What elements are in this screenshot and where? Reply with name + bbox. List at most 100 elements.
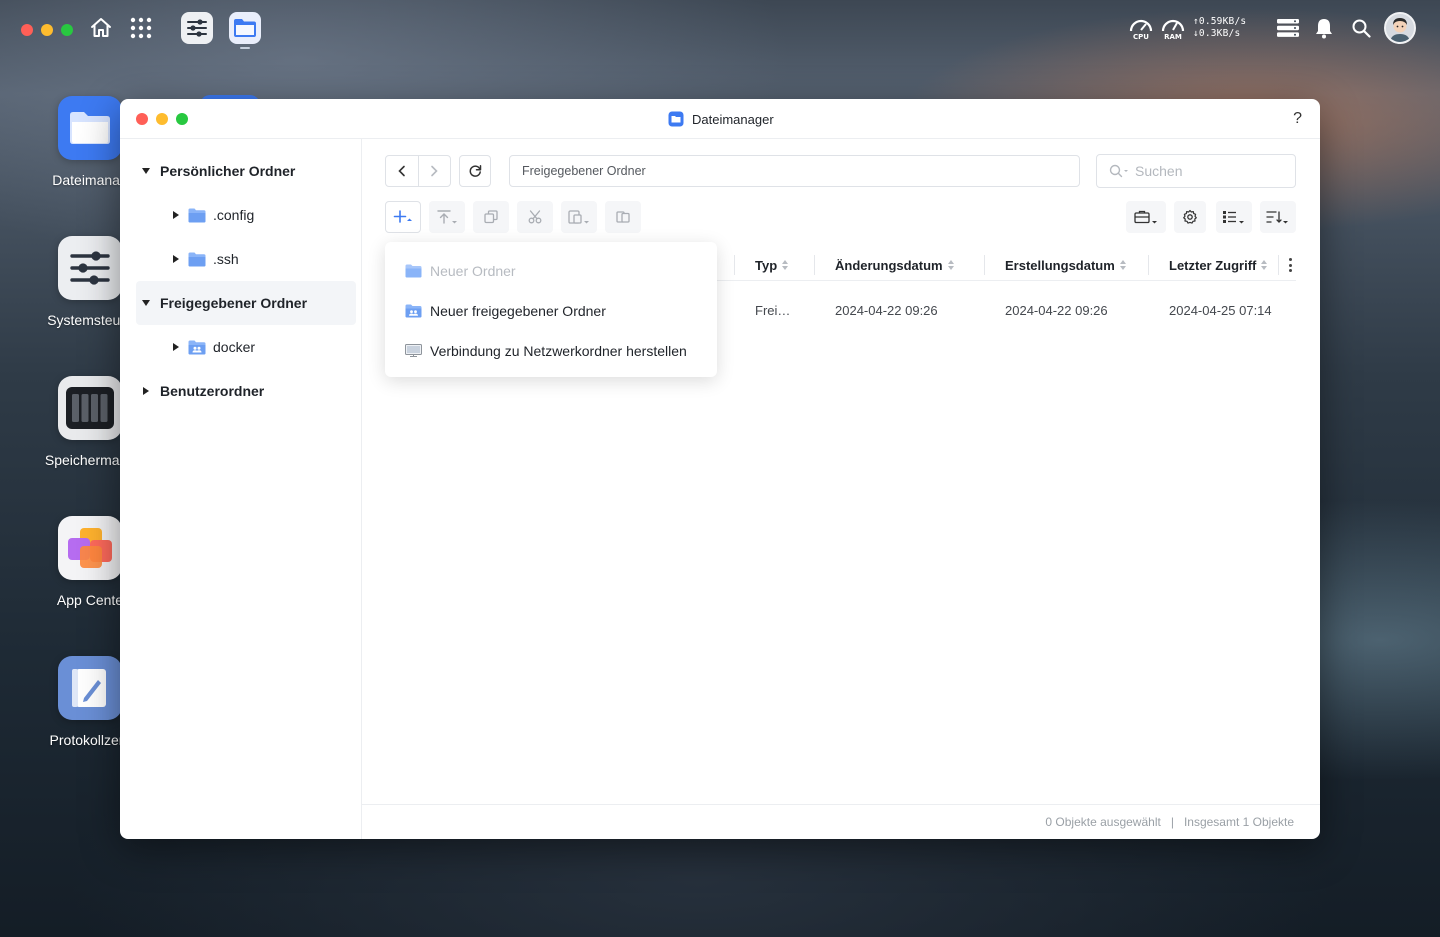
- taskbar-file-manager-icon[interactable]: [229, 12, 261, 44]
- menu-item-label: Neuer Ordner: [430, 263, 516, 279]
- sort-icon: [782, 260, 789, 270]
- upload-speed: 0.59KB/s: [1198, 16, 1247, 27]
- scissors-icon: [528, 210, 542, 224]
- cpu-label: CPU: [1133, 33, 1149, 41]
- copy-button[interactable]: [473, 201, 509, 233]
- help-button[interactable]: ?: [1293, 110, 1302, 128]
- menu-item-connect-network-folder[interactable]: Verbindung zu Netzwerkordner herstellen: [405, 336, 687, 366]
- window-title-text: Dateimanager: [692, 111, 774, 127]
- column-header-modified[interactable]: Änderungsdatum: [835, 249, 954, 281]
- folder-icon: [405, 264, 422, 278]
- desktop-zoom-dot[interactable]: [61, 24, 73, 36]
- cpu-gauge-icon[interactable]: CPU: [1128, 16, 1154, 41]
- navigation-group: [385, 155, 451, 187]
- cell-modified: 2024-04-22 09:26: [835, 303, 938, 318]
- sidebar-item-shared-folder[interactable]: Freigegebener Ordner: [136, 281, 356, 325]
- menu-item-label: Verbindung zu Netzwerkordner herstellen: [430, 343, 687, 359]
- search-placeholder: Suchen: [1135, 163, 1183, 179]
- desktop-minimize-dot[interactable]: [41, 24, 53, 36]
- column-options-icon[interactable]: [1288, 258, 1292, 272]
- control-panel-app-icon: [58, 236, 122, 300]
- sidebar-item-ssh[interactable]: .ssh: [136, 237, 356, 281]
- file-manager-icon: [668, 111, 684, 127]
- cell-accessed: 2024-04-25 07:14: [1169, 303, 1272, 318]
- menu-item-new-shared-folder[interactable]: Neuer freigegebener Ordner: [405, 296, 606, 326]
- top-bar: CPU RAM ↑0.59KB/s ↓0.3KB/s: [0, 0, 1440, 56]
- shared-folder-icon: [188, 340, 206, 354]
- home-icon[interactable]: [88, 15, 114, 41]
- search-icon[interactable]: [1349, 16, 1373, 40]
- forward-button[interactable]: [418, 156, 450, 186]
- task-button[interactable]: [1126, 201, 1166, 233]
- caret-right-icon[interactable]: [166, 211, 186, 219]
- caret-right-icon[interactable]: [166, 343, 186, 351]
- gear-icon: [1183, 209, 1197, 224]
- caret-right-icon[interactable]: [136, 387, 156, 395]
- app-center-app-icon: [58, 516, 122, 580]
- maximize-button[interactable]: [176, 113, 188, 125]
- sidebar-item-user-folders[interactable]: Benutzerordner: [136, 369, 356, 413]
- cut-button[interactable]: [517, 201, 553, 233]
- settings-button[interactable]: [1174, 201, 1206, 233]
- sidebar-item-label: .config: [213, 207, 255, 223]
- taskbar-control-panel-icon[interactable]: [181, 12, 213, 44]
- sidebar-item-label: docker: [213, 339, 256, 355]
- plus-icon: [393, 210, 412, 223]
- move-button[interactable]: [605, 201, 641, 233]
- new-button[interactable]: [385, 201, 421, 233]
- sidebar-item-label: Benutzerordner: [160, 383, 265, 399]
- ram-gauge-icon[interactable]: RAM: [1160, 16, 1186, 41]
- caret-down-icon[interactable]: [136, 300, 156, 306]
- caret-right-icon[interactable]: [166, 255, 186, 263]
- desktop-close-dot[interactable]: [21, 24, 33, 36]
- move-icon: [616, 211, 630, 223]
- back-button[interactable]: [386, 156, 418, 186]
- user-avatar[interactable]: [1384, 12, 1416, 44]
- path-input[interactable]: Freigegebener Ordner: [509, 155, 1080, 187]
- cell-type: Frei…: [755, 303, 791, 318]
- refresh-button[interactable]: [459, 155, 491, 187]
- menu-item-label: Neuer freigegebener Ordner: [430, 303, 606, 319]
- sidebar-item-label: .ssh: [213, 251, 239, 267]
- sort-icon: [1261, 260, 1268, 270]
- status-divider: |: [1170, 815, 1174, 829]
- close-button[interactable]: [136, 113, 148, 125]
- menu-item-new-folder[interactable]: Neuer Ordner: [405, 256, 516, 286]
- sort-button[interactable]: [1260, 201, 1296, 233]
- column-header-created[interactable]: Erstellungsdatum: [1005, 249, 1126, 281]
- column-header-accessed[interactable]: Letzter Zugriff: [1169, 249, 1268, 281]
- window-titlebar[interactable]: Dateimanager ?: [120, 99, 1320, 139]
- app-grid-icon[interactable]: [129, 16, 153, 40]
- upload-button[interactable]: [429, 201, 465, 233]
- sidebar-item-label: Persönlicher Ordner: [160, 163, 296, 179]
- search-input[interactable]: Suchen: [1096, 154, 1296, 188]
- selected-count: 0 Objekte ausgewählt: [1045, 815, 1161, 829]
- active-app-indicator: [240, 47, 250, 49]
- bell-icon[interactable]: [1313, 16, 1335, 40]
- column-header-label: Typ: [755, 257, 778, 273]
- paste-icon: [568, 210, 589, 224]
- new-dropdown-menu: Neuer Ordner Neuer freigegebener Ordner …: [385, 242, 717, 377]
- search-icon: [1109, 164, 1128, 178]
- file-manager-app-icon: [58, 96, 122, 160]
- caret-down-icon[interactable]: [136, 168, 156, 174]
- column-header-type[interactable]: Typ: [755, 249, 789, 281]
- shared-folder-icon: [405, 304, 422, 318]
- folder-icon: [188, 252, 206, 266]
- download-speed: 0.3KB/s: [1198, 28, 1241, 39]
- paste-button[interactable]: [561, 201, 597, 233]
- list-view-icon: [1223, 211, 1244, 224]
- minimize-button[interactable]: [156, 113, 168, 125]
- refresh-icon: [469, 165, 482, 177]
- server-status-icon[interactable]: [1276, 17, 1300, 39]
- folder-icon: [188, 208, 206, 222]
- cell-created: 2024-04-22 09:26: [1005, 303, 1108, 318]
- sidebar-item-docker[interactable]: docker: [136, 325, 356, 369]
- sidebar-item-personal-folder[interactable]: Persönlicher Ordner: [136, 149, 356, 193]
- column-header-label: Änderungsdatum: [835, 257, 943, 273]
- view-mode-button[interactable]: [1216, 201, 1252, 233]
- chevron-left-icon: [398, 165, 405, 177]
- network-speed[interactable]: ↑0.59KB/s ↓0.3KB/s: [1193, 16, 1246, 40]
- ram-label: RAM: [1164, 33, 1182, 41]
- sidebar-item-config[interactable]: .config: [136, 193, 356, 237]
